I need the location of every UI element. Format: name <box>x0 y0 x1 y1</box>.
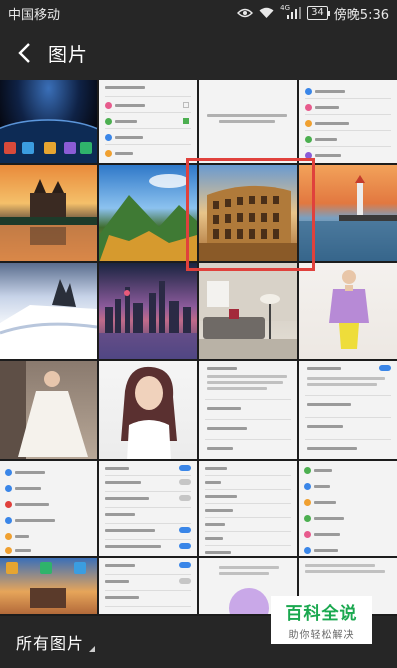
settings-screenshot[interactable] <box>299 361 397 461</box>
earth-homescreen-image <box>0 119 97 163</box>
lighthouse-image <box>299 175 397 261</box>
settings-screenshot[interactable] <box>299 461 397 558</box>
settings-screenshot[interactable] <box>99 558 197 616</box>
album-label: 所有图片 <box>16 634 85 653</box>
app-header: 图片 <box>0 26 397 80</box>
watermark-subtitle: 助你轻松解决 <box>288 630 355 641</box>
fashion-woman-image <box>329 270 369 349</box>
chevron-left-icon <box>18 43 30 63</box>
city-skyline-image <box>99 281 197 359</box>
photo-thumbnail[interactable] <box>0 263 97 361</box>
carrier-label: 中国移动 <box>8 7 61 23</box>
photo-thumbnail[interactable] <box>99 361 197 461</box>
settings-screenshot[interactable] <box>99 80 197 165</box>
castle-lake-image <box>0 179 97 261</box>
watermark-logo: 百科全说 助你轻松解决 <box>271 596 372 644</box>
settings-screenshot[interactable] <box>199 80 297 165</box>
battery-icon: 34 <box>307 6 330 20</box>
colosseum-image <box>199 185 297 261</box>
settings-screenshot[interactable] <box>0 461 97 558</box>
signal-icon: 4G <box>280 4 302 19</box>
eye-icon <box>237 8 254 18</box>
network-type: 4G <box>280 4 291 12</box>
purple-circle <box>229 588 269 614</box>
photo-thumbnail[interactable] <box>0 361 97 461</box>
snow-mountain-image <box>0 279 97 359</box>
white-dress-image <box>0 361 88 459</box>
photo-thumbnail[interactable] <box>0 558 97 616</box>
page-title: 图片 <box>48 43 89 66</box>
photo-thumbnail[interactable] <box>99 165 197 263</box>
photo-thumbnail[interactable] <box>199 165 297 263</box>
photo-thumbnail[interactable] <box>0 165 97 263</box>
settings-screenshot[interactable] <box>199 361 297 461</box>
homescreen-castle-image <box>6 562 86 608</box>
album-selector[interactable]: 所有图片 <box>16 630 96 654</box>
photo-grid <box>0 80 397 616</box>
photo-thumbnail[interactable] <box>199 263 297 361</box>
back-button[interactable] <box>10 39 38 67</box>
portrait-woman-image <box>121 366 177 459</box>
dropdown-triangle-icon <box>89 646 96 652</box>
autumn-mountains-image <box>99 174 197 261</box>
wifi-icon <box>259 7 274 19</box>
photo-thumbnail[interactable] <box>299 165 397 263</box>
photo-thumbnail[interactable] <box>299 263 397 361</box>
settings-screenshot[interactable] <box>299 80 397 165</box>
watermark-title: 百科全说 <box>285 604 358 624</box>
photo-thumbnail[interactable] <box>0 80 97 165</box>
photo-thumbnail[interactable] <box>99 263 197 361</box>
status-bar: 中国移动 4G 34 傍晚5:36 <box>0 0 397 26</box>
settings-screenshot[interactable] <box>99 461 197 558</box>
clock: 傍晚5:36 <box>333 7 389 23</box>
settings-screenshot[interactable] <box>199 461 297 558</box>
living-room-image <box>199 263 297 359</box>
